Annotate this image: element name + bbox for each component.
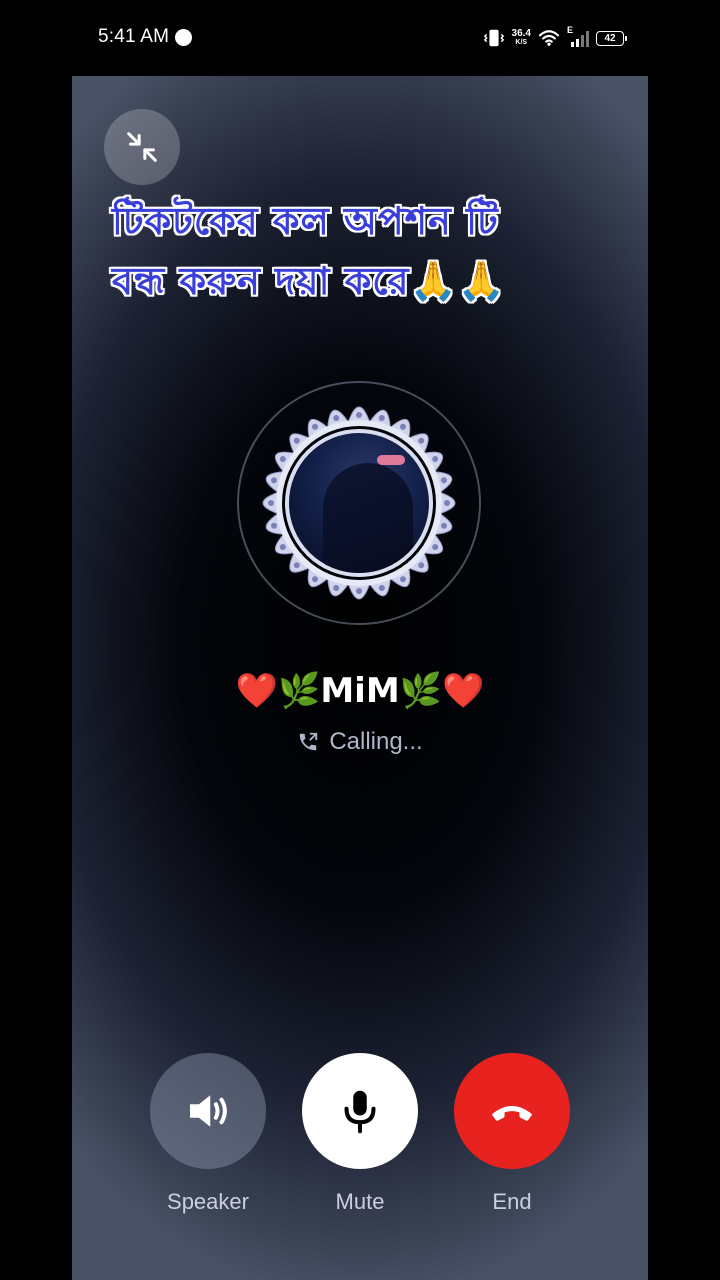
caller-avatar xyxy=(237,381,481,625)
photo-figure xyxy=(323,463,413,573)
overlay-banner-text: টিকটকের কল অপশন টি বন্ধ করুন দয়া করে🙏🙏 xyxy=(112,191,632,311)
avatar-photo xyxy=(285,429,433,577)
end-label: End xyxy=(492,1189,532,1214)
network-speed-unit: K/S xyxy=(515,39,528,46)
vibrate-icon xyxy=(483,29,504,47)
banner-line-1: টিকটকের কল অপশন টি xyxy=(112,198,499,243)
speaker-icon xyxy=(190,1095,227,1127)
call-status-text: Calling... xyxy=(329,728,423,755)
end-call-button[interactable] xyxy=(454,1053,570,1169)
call-screen: 5:41 AM 36.4 K/S E 42 টিকটকের কল অপশন টি… xyxy=(0,0,720,1280)
cell-signal: E xyxy=(567,25,589,49)
call-controls: Speaker Mute End xyxy=(72,1053,648,1233)
photo-highlight xyxy=(377,455,405,465)
mute-label: Mute xyxy=(335,1189,385,1214)
microphone-icon xyxy=(344,1090,376,1134)
caller-name: ❤️🌿MiM🌿❤️ xyxy=(235,671,485,711)
wifi-icon xyxy=(538,30,560,46)
speaker-control: Speaker xyxy=(150,1053,266,1215)
speaker-label: Speaker xyxy=(167,1189,249,1214)
call-status: Calling... xyxy=(72,728,648,756)
end-control: End xyxy=(454,1053,570,1215)
status-icons: 36.4 K/S E 42 xyxy=(483,24,627,52)
status-bar: 5:41 AM 36.4 K/S E 42 xyxy=(0,0,720,76)
status-time: 5:41 AM xyxy=(98,26,170,47)
notification-dot-icon xyxy=(175,29,192,46)
network-speed-value: 36.4 xyxy=(511,28,531,39)
minimize-arrows-icon xyxy=(127,132,157,162)
battery-icon: 42 xyxy=(596,30,627,46)
banner-line-2: বন্ধ করুন দয়া করে🙏🙏 xyxy=(112,258,507,303)
mute-button[interactable] xyxy=(302,1053,418,1169)
outgoing-call-icon xyxy=(300,732,318,751)
network-speed: 36.4 K/S xyxy=(512,29,531,47)
speaker-button[interactable] xyxy=(150,1053,266,1169)
battery-level: 42 xyxy=(604,32,616,44)
minimize-button[interactable] xyxy=(104,109,180,185)
mute-control: Mute xyxy=(302,1053,418,1215)
signal-bars-icon xyxy=(571,31,589,47)
call-panel: টিকটকের কল অপশন টি বন্ধ করুন দয়া করে🙏🙏 … xyxy=(72,76,648,1280)
hang-up-icon xyxy=(491,1105,533,1121)
